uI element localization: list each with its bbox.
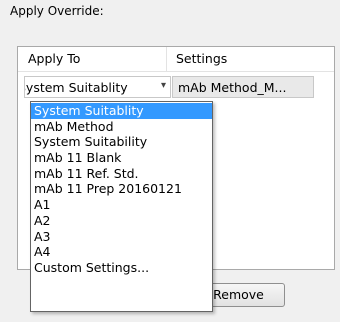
dropdown-option[interactable]: mAb 11 Prep 20160121 bbox=[31, 181, 212, 197]
dropdown-option[interactable]: mAb Method bbox=[31, 119, 212, 135]
dropdown-option[interactable]: A2 bbox=[31, 213, 212, 229]
dropdown-option[interactable]: A1 bbox=[31, 197, 212, 213]
grid-header: Apply To Settings bbox=[18, 47, 334, 72]
dropdown-option[interactable]: mAb 11 Ref. Std. bbox=[31, 166, 212, 182]
chevron-down-icon[interactable]: ▾ bbox=[161, 80, 166, 91]
apply-to-combobox[interactable]: System Suitablity ▾ bbox=[24, 76, 171, 98]
apply-override-label: Apply Override: bbox=[10, 4, 104, 18]
column-header-settings[interactable]: Settings bbox=[176, 51, 227, 66]
dropdown-option[interactable]: A3 bbox=[31, 229, 212, 245]
column-separator bbox=[166, 47, 167, 71]
dropdown-option[interactable]: mAb 11 Blank bbox=[31, 150, 212, 166]
dropdown-option[interactable]: Custom Settings... bbox=[31, 260, 212, 276]
settings-cell[interactable]: mAb Method_M... bbox=[172, 76, 314, 98]
dropdown-option[interactable]: A4 bbox=[31, 244, 212, 260]
column-header-apply-to[interactable]: Apply To bbox=[28, 51, 80, 66]
settings-value: mAb Method_M... bbox=[178, 80, 287, 95]
apply-to-value: System Suitablity bbox=[24, 80, 128, 95]
dropdown-option[interactable]: System Suitability bbox=[31, 134, 212, 150]
dropdown-option[interactable]: System Suitablity bbox=[31, 103, 212, 119]
apply-to-dropdown-list[interactable]: System Suitablity mAb Method System Suitab… bbox=[30, 101, 213, 312]
